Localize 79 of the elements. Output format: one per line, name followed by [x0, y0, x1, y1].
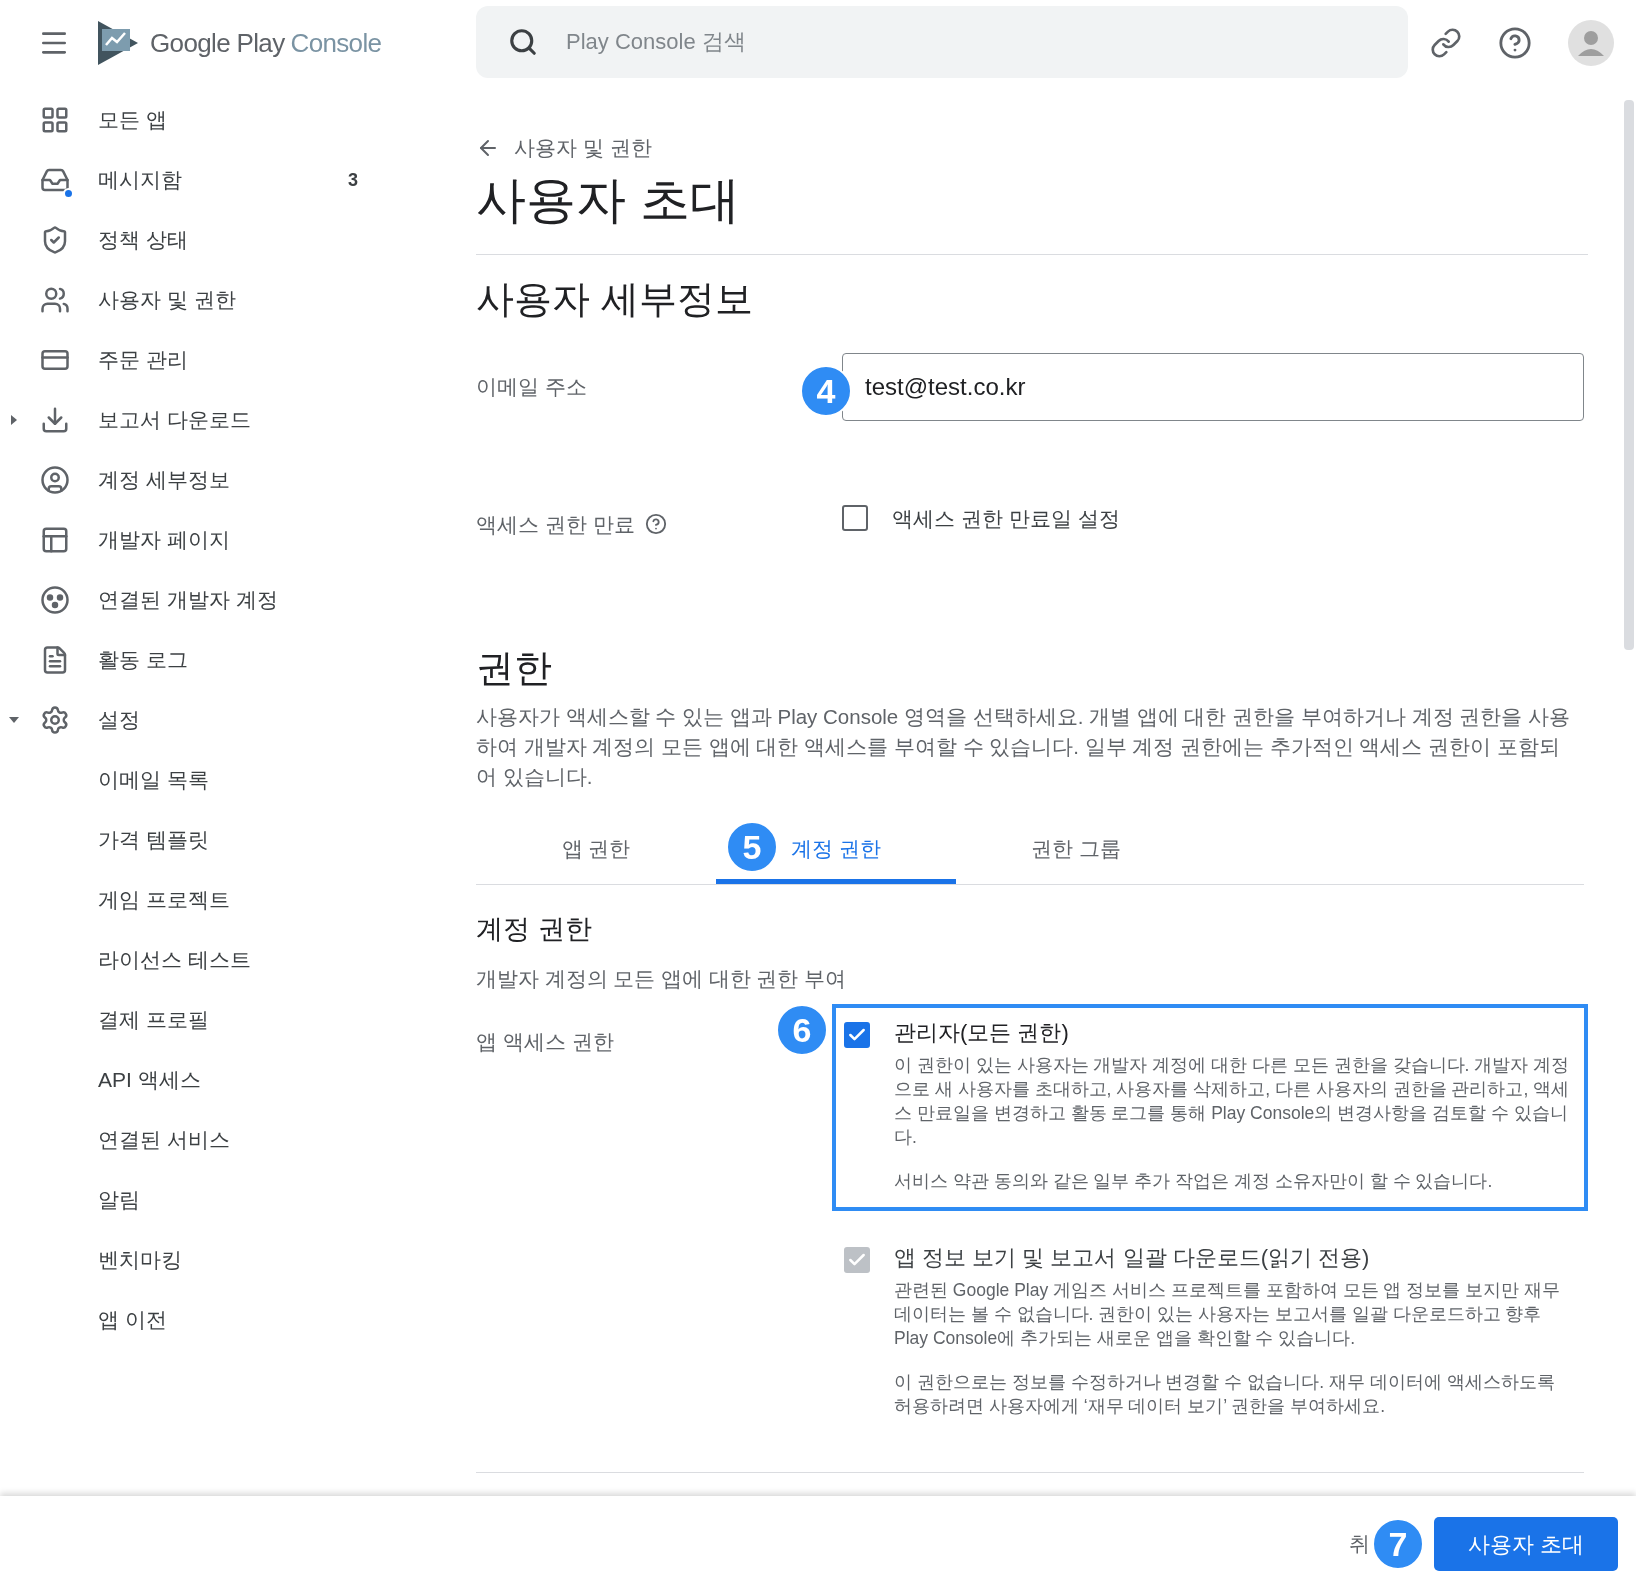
sidebar-subitem[interactable]: 라이선스 테스트 — [0, 930, 476, 990]
option-description: 서비스 약관 동의와 같은 일부 추가 작업은 계정 소유자만이 할 수 있습니다. — [894, 1170, 1494, 1194]
checkbox[interactable] — [844, 1022, 870, 1049]
description-text: 사용자가 액세스할 수 있는 앱과 Play Console 영역을 선택하세요. 개별 앱에 대한 권한을 부여하거나 계정 권한을 사용하여 개발자 계정의 모든 앱에 대한 액세스를 부여할 수 있습니다. 일부 계정 권한에는 추가적인 액세스 권한이 포함되어 있습니다. — [476, 704, 1571, 790]
sidebar-item[interactable]: 정책 상태 — [0, 210, 476, 270]
sidebar-item[interactable]: 활동 로그 — [0, 630, 476, 690]
download-icon — [40, 405, 70, 435]
sidebar-label: 보고서 다운로드 — [98, 407, 252, 434]
logo-icon — [96, 19, 140, 67]
field-label: 이메일 주소 — [476, 374, 587, 398]
subsection-heading: 계정 권한 — [476, 913, 593, 946]
link-icon[interactable] — [1430, 27, 1462, 59]
sidebar-item[interactable]: 계정 세부정보 — [0, 450, 476, 510]
step-number-badge: 7 — [1372, 1518, 1424, 1570]
sidebar-subitem[interactable]: 알림 — [0, 1170, 476, 1230]
step-number-badge: 5 — [726, 821, 778, 873]
sidebar-item[interactable]: 보고서 다운로드 — [0, 390, 476, 450]
account-circle-icon — [40, 465, 70, 495]
sidebar-label: 계정 세부정보 — [98, 467, 231, 494]
email-field[interactable]: test@test.co.kr — [842, 352, 1584, 421]
step-number-badge: 6 — [776, 1004, 828, 1057]
subsection-subtitle: 개발자 계정의 모든 앱에 대한 권한 부여 — [476, 965, 848, 992]
grid-icon — [40, 105, 70, 135]
sidebar-item[interactable]: 설정 — [0, 690, 476, 750]
sidebar-label: 활동 로그 — [98, 647, 189, 674]
sidebar-label: 개발자 페이지 — [98, 527, 231, 554]
sidebar-subitem[interactable]: 앱 이전 — [0, 1290, 476, 1350]
option-title: 앱 정보 보기 및 보고서 일괄 다운로드(읽기 전용) — [894, 1244, 1371, 1273]
cancel-button[interactable]: 취 — [1349, 1528, 1370, 1560]
sidebar-subitem[interactable]: 벤치마킹 — [0, 1230, 476, 1290]
sidebar-subitem[interactable]: 게임 프로젝트 — [0, 870, 476, 930]
section-heading: 권한 — [476, 646, 553, 691]
sidebar-subitem[interactable]: API 액세스 — [0, 1050, 476, 1110]
sidebar-subitem[interactable]: 이메일 목록 — [0, 750, 476, 810]
sidebar-label: 사용자 및 권한 — [98, 287, 237, 314]
sidebar-item[interactable]: 주문 관리 — [0, 330, 476, 390]
invite-user-button[interactable]: 사용자 초대 — [1434, 1517, 1618, 1571]
option-title: 관리자(모든 권한) — [894, 1019, 1070, 1048]
avatar-icon[interactable] — [1568, 20, 1614, 66]
page-layout-icon — [40, 525, 70, 555]
field-label: 앱 액세스 권한 — [476, 1030, 614, 1054]
checkbox[interactable] — [842, 505, 868, 532]
search-icon — [508, 27, 538, 57]
tab[interactable]: 권한 그룹 — [956, 818, 1196, 884]
sidebar-subitem[interactable]: 결제 프로필 — [0, 990, 476, 1050]
settings-icon — [40, 705, 70, 735]
sidebar-item[interactable]: 모든 앱 — [0, 90, 476, 150]
sidebar-label: 주문 관리 — [98, 347, 189, 374]
option-description: 관련된 Google Play 게임즈 서비스 프로젝트를 포함하여 모든 앱 정보를 보지만 재무 데이터는 볼 수 없습니다. 권한이 있는 사용자는 보고서를 일괄 다운로드하고 향후 Play Console에 추가되는 새로운 앱을 확인할 수 있습니다. — [894, 1279, 1561, 1351]
scrollbar-thumb[interactable] — [1624, 100, 1634, 650]
circle-dots-icon — [40, 585, 70, 615]
sidebar-item[interactable]: 메시지함 3 — [0, 150, 476, 210]
field-label: 액세스 권한 만료 — [476, 511, 635, 538]
count-label: 3 — [348, 168, 358, 192]
sidebar-item[interactable]: 연결된 개발자 계정 — [0, 570, 476, 630]
tab[interactable]: 앱 권한 — [476, 818, 716, 884]
sidebar-label: 연결된 개발자 계정 — [98, 587, 279, 614]
search-field[interactable]: Play Console 검색 — [476, 6, 1408, 78]
back-link[interactable]: 사용자 및 권한 — [476, 132, 652, 164]
checkbox-label: 액세스 권한 만료일 설정 — [892, 505, 1120, 532]
users-icon — [40, 285, 70, 315]
page-title: 사용자 초대 — [476, 170, 741, 230]
step-number-badge: 4 — [800, 364, 852, 417]
help-icon[interactable] — [644, 513, 667, 536]
sidebar-label: 메시지함 — [98, 167, 183, 194]
sidebar-label: 모든 앱 — [98, 107, 168, 134]
sidebar-item[interactable]: 사용자 및 권한 — [0, 270, 476, 330]
section-heading: 사용자 세부정보 — [476, 276, 754, 322]
option-description: 이 권한으로는 정보를 수정하거나 변경할 수 없습니다. 재무 데이터에 액세스하도록 허용하려면 사용자에게 ‘재무 데이터 보기’ 권한을 부여하세요. — [894, 1371, 1556, 1419]
sidebar-item[interactable]: 개발자 페이지 — [0, 510, 476, 570]
help-icon[interactable] — [1498, 26, 1532, 60]
sidebar-subitem[interactable]: 가격 템플릿 — [0, 810, 476, 870]
logo-subtext: Console — [290, 26, 382, 60]
option-description: 이 권한이 있는 사용자는 개발자 계정에 대한 다른 모든 권한을 갖습니다. 개발자 계정으로 새 사용자를 초대하고, 사용자를 삭제하고, 다른 사용자의 권한을 관리하고, 액세스 만료일을 변경하고 활동 로그를 통해 Play Console의 변경사항을 검토할 수 있습니다. — [894, 1054, 1570, 1150]
sidebar-label: 정책 상태 — [98, 227, 189, 254]
sidebar-subitem[interactable]: 연결된 서비스 — [0, 1110, 476, 1170]
logo-text: Google Play — [150, 26, 285, 60]
sidebar-label: 설정 — [98, 707, 141, 734]
tab[interactable]: 5 계정 권한 — [716, 818, 956, 884]
